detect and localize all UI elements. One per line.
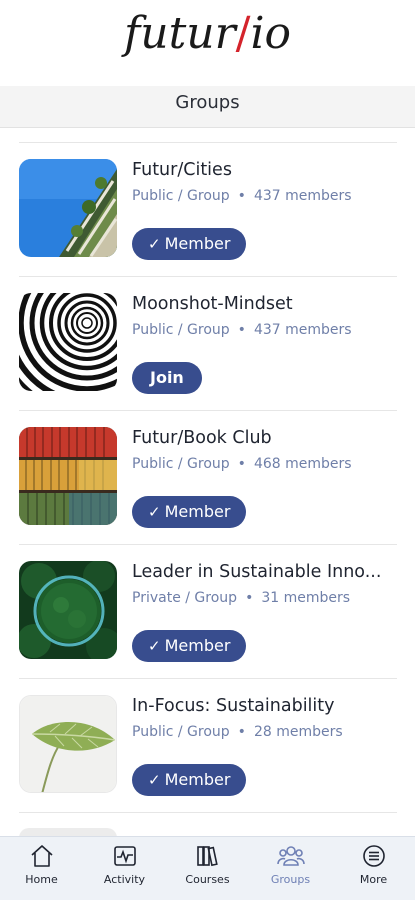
group-thumbnail-leaf [19,695,117,793]
group-name[interactable]: Leader in Sustainable Inno... [132,562,397,582]
divider [19,812,397,813]
join-button-label: Join [150,368,184,387]
group-thumbnail-books [19,427,117,525]
tab-courses[interactable]: Courses [166,837,249,900]
check-icon: ✓ [148,503,161,521]
group-meta: Public / Group • 468 members [132,456,397,472]
check-icon: ✓ [148,235,161,253]
tab-label: Activity [103,873,146,886]
logo-slash: / [235,8,251,59]
tab-label: Home [25,873,58,886]
app-header: futur/io [0,0,415,86]
group-info: Futur/Cities Public / Group • 437 members [132,160,397,204]
home-icon [30,845,53,867]
group-visibility: Public / Group [132,322,230,338]
futurio-logo: futur/io [0,8,415,59]
activity-icon [113,846,136,866]
group-visibility: Public / Group [132,188,230,204]
meta-separator: • [237,724,246,740]
group-visibility: Public / Group [132,724,230,740]
group-name[interactable]: Moonshot-Mindset [132,294,397,314]
group-thumbnail-cities [19,159,117,257]
group-member-count: 31 members [261,590,351,606]
member-button[interactable]: ✓ Member [132,630,247,662]
group-visibility: Public / Group [132,456,230,472]
tab-groups[interactable]: Groups [249,837,332,900]
group-info: Moonshot-Mindset Public / Group • 437 memb… [132,294,397,338]
courses-icon [196,846,218,867]
group-member-count: 468 members [253,456,352,472]
logo-text-left: futur [123,8,236,59]
meta-separator: • [237,188,246,204]
member-button-label: Member [164,636,231,655]
member-button-label: Member [164,770,231,789]
group-item-book-club[interactable]: Futur/Book Club Public / Group • 468 membe… [19,410,397,544]
meta-separator: • [237,322,246,338]
member-button-label: Member [164,502,231,521]
group-name[interactable]: In-Focus: Sustainability [132,696,397,716]
page-title: Groups [175,92,240,113]
member-button-label: Member [164,234,231,253]
group-thumbnail-spiral [19,293,117,391]
group-item-sustainable-innovation[interactable]: Leader in Sustainable Inno... Private / … [19,544,397,678]
group-info: Leader in Sustainable Inno... Private / … [132,562,397,606]
meta-separator: • [237,456,246,472]
tab-activity[interactable]: Activity [83,837,166,900]
group-thumbnail-forest-ring [19,561,117,659]
tab-more[interactable]: More [332,837,415,900]
group-item-moonshot-mindset[interactable]: Moonshot-Mindset Public / Group • 437 memb… [19,276,397,410]
meta-separator: • [245,590,254,606]
group-visibility: Private / Group [132,590,238,606]
group-item-futur-cities[interactable]: Futur/Cities Public / Group • 437 members … [19,142,397,276]
group-info: In-Focus: Sustainability Public / Group •… [132,696,397,740]
logo-text-right: io [250,8,292,59]
member-button[interactable]: ✓ Member [132,496,247,528]
group-meta: Public / Group • 437 members [132,188,397,204]
group-member-count: 437 members [253,188,352,204]
more-icon [362,845,385,867]
member-button[interactable]: ✓ Member [132,764,247,796]
group-member-count: 28 members [253,724,343,740]
tab-home[interactable]: Home [0,837,83,900]
group-member-count: 437 members [253,322,352,338]
group-meta: Public / Group • 28 members [132,724,397,740]
group-name[interactable]: Futur/Book Club [132,428,397,448]
tab-label: More [359,873,388,886]
group-name[interactable]: Futur/Cities [132,160,397,180]
member-button[interactable]: ✓ Member [132,228,247,260]
group-meta: Private / Group • 31 members [132,590,397,606]
group-item-in-focus-sustainability[interactable]: In-Focus: Sustainability Public / Group •… [19,678,397,812]
join-button[interactable]: Join [132,362,202,394]
group-meta: Public / Group • 437 members [132,322,397,338]
check-icon: ✓ [148,637,161,655]
tab-label: Groups [270,873,311,886]
groups-icon [276,846,305,866]
check-icon: ✓ [148,771,161,789]
bottom-tab-bar: Home Activity Courses Groups More [0,836,415,900]
tab-label: Courses [185,873,230,886]
group-info: Futur/Book Club Public / Group • 468 membe… [132,428,397,472]
page-header: Groups [0,86,415,128]
